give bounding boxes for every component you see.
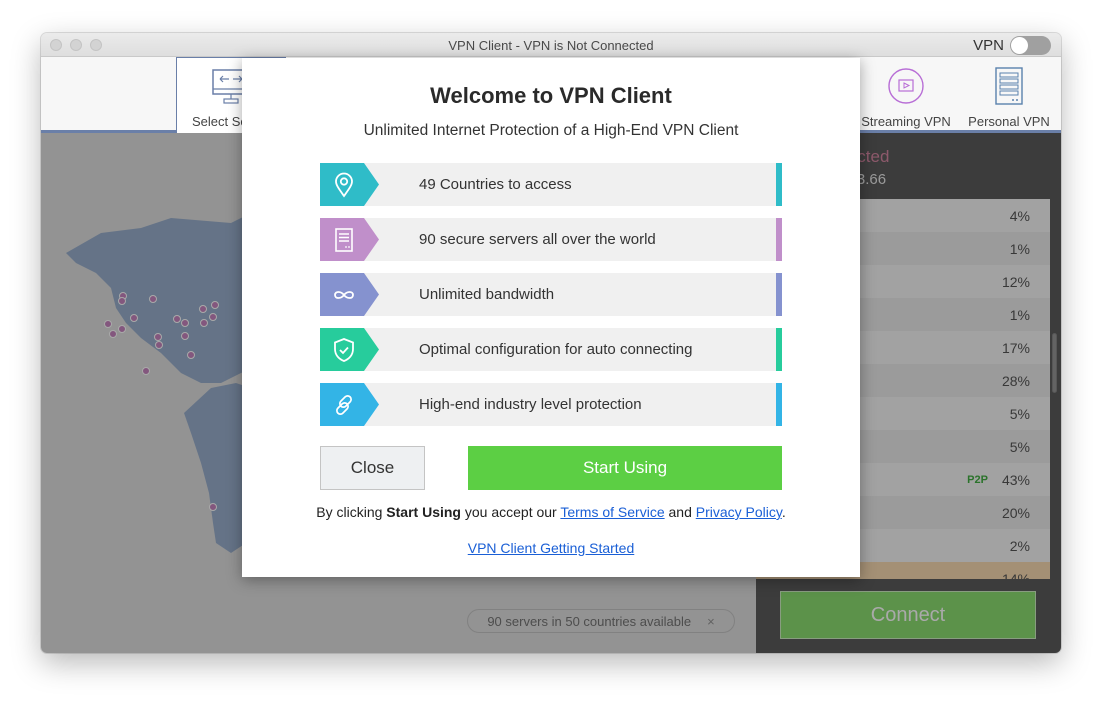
feature-accent-bar [776, 218, 782, 261]
welcome-dialog: Welcome to VPN Client Unlimited Internet… [242, 58, 860, 577]
server-document-icon [335, 228, 353, 252]
p2p-badge: P2P [967, 473, 988, 486]
legal-middle: you accept our [464, 504, 557, 520]
feature-accent-bar [776, 273, 782, 316]
server-load: 4% [1009, 207, 1030, 224]
server-count-text: 90 servers in 50 countries available [487, 613, 692, 629]
dialog-title: Welcome to VPN Client [430, 83, 672, 108]
server-load: 2% [1009, 537, 1030, 554]
feature-badge [320, 328, 379, 371]
feature-text: 49 Countries to access [419, 176, 572, 193]
feature-text: High-end industry level protection [419, 396, 642, 413]
dismiss-pill-icon[interactable]: × [707, 614, 715, 629]
legal-bold: Start Using [386, 504, 461, 520]
feature-auto-config: Optimal configuration for auto connectin… [320, 328, 782, 371]
server-load: 17% [1001, 339, 1030, 356]
server-load: 43% [1001, 471, 1030, 488]
feature-accent-bar [776, 328, 782, 371]
privacy-policy-link[interactable]: Privacy Policy [696, 504, 782, 520]
server-list-scrollbar[interactable] [1052, 333, 1057, 393]
legal-and: and [668, 504, 692, 520]
link-icon [336, 395, 352, 415]
dialog-subtitle: Unlimited Internet Protection of a High-… [363, 122, 739, 139]
window-title: VPN Client - VPN is Not Connected [448, 38, 654, 53]
connect-button[interactable]: Connect [780, 591, 1036, 639]
server-icon [995, 67, 1023, 105]
legal-suffix: . [781, 504, 786, 520]
feature-countries: 49 Countries to access [320, 163, 782, 206]
tab-streaming-vpn-label: Streaming VPN [861, 114, 951, 129]
feature-text: 90 secure servers all over the world [419, 231, 656, 248]
feature-badge [320, 273, 379, 316]
tab-personal-vpn[interactable]: Personal VPN [959, 57, 1059, 133]
legal-prefix: By clicking [316, 504, 383, 520]
play-circle-icon [888, 68, 924, 104]
toggle-knob [1011, 37, 1028, 54]
feature-badge [320, 383, 379, 426]
tab-streaming-vpn[interactable]: Streaming VPN [853, 57, 959, 133]
start-using-button[interactable]: Start Using [468, 446, 782, 490]
server-load: 28% [1001, 372, 1030, 389]
feature-accent-bar [776, 163, 782, 206]
server-load: 5% [1009, 405, 1030, 422]
server-load: 1% [1009, 240, 1030, 257]
location-pin-icon [335, 172, 353, 198]
vpn-toggle-label: VPN [973, 37, 1004, 54]
feature-protection: High-end industry level protection [320, 383, 782, 426]
server-load: 1% [1009, 306, 1030, 323]
feature-text: Unlimited bandwidth [419, 286, 555, 303]
feature-text: Optimal configuration for auto connectin… [419, 341, 693, 358]
getting-started-link[interactable]: VPN Client Getting Started [468, 540, 635, 556]
infinity-icon [334, 291, 354, 299]
feature-bandwidth: Unlimited bandwidth [320, 273, 782, 316]
title-bar: VPN Client - VPN is Not Connected VPN [41, 33, 1061, 57]
server-load: 12% [1001, 273, 1030, 290]
getting-started-wrap: VPN Client Getting Started [242, 540, 860, 556]
feature-badge [320, 163, 379, 206]
server-load: 20% [1001, 504, 1030, 521]
shield-check-icon [334, 338, 354, 362]
server-count-pill: 90 servers in 50 countries available × [467, 609, 735, 633]
vpn-toggle-group: VPN [973, 36, 1051, 55]
vpn-toggle[interactable] [1010, 36, 1051, 55]
tab-personal-vpn-label: Personal VPN [968, 114, 1050, 129]
server-load: 5% [1009, 438, 1030, 455]
terms-of-service-link[interactable]: Terms of Service [560, 504, 664, 520]
close-button[interactable]: Close [320, 446, 425, 490]
server-load: 14% [1001, 570, 1030, 580]
feature-accent-bar [776, 383, 782, 426]
feature-badge [320, 218, 379, 261]
legal-notice: By clicking Start Using you accept our T… [242, 504, 860, 520]
feature-servers: 90 secure servers all over the world [320, 218, 782, 261]
